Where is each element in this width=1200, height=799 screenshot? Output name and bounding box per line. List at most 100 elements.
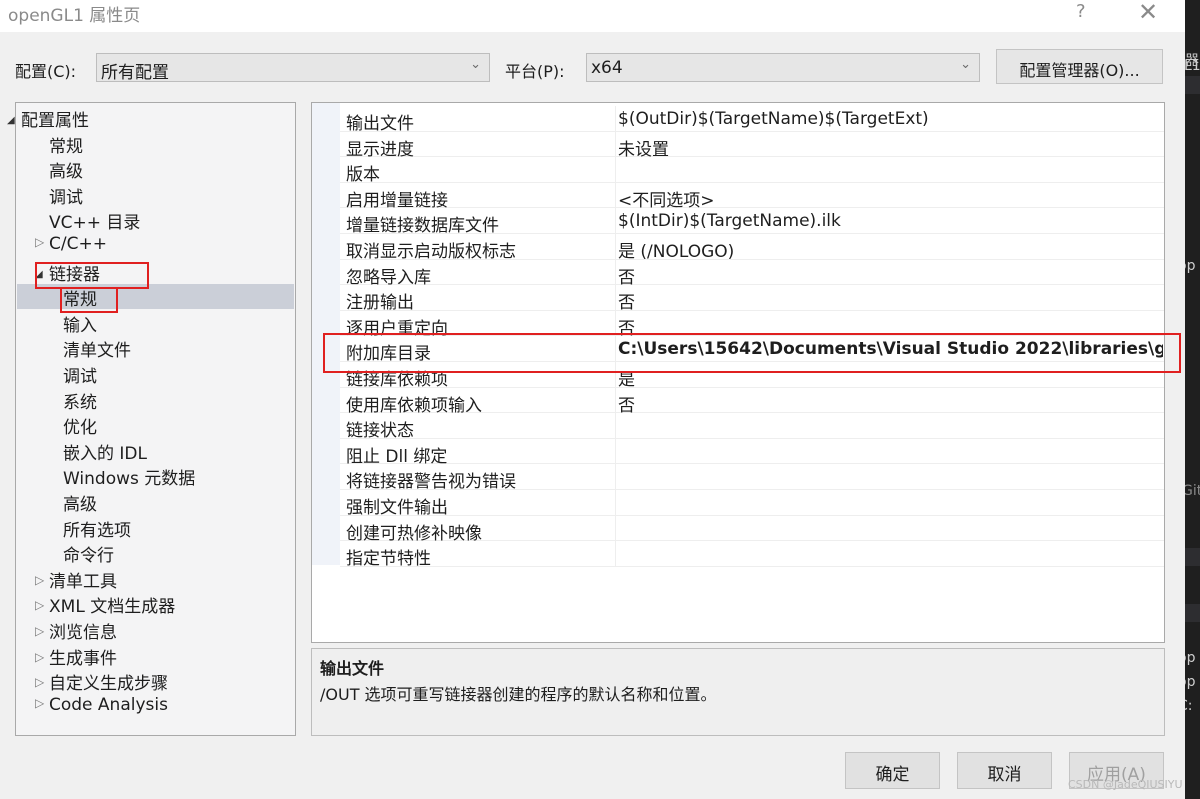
property-name: 附加库目录 <box>346 344 431 365</box>
tree-item[interactable]: ◢ 配置属性 <box>7 106 89 131</box>
column-separator <box>615 106 616 131</box>
property-name: 逐用户重定向 <box>346 318 448 339</box>
collapsed-arrow-icon[interactable]: ▷ <box>35 696 49 710</box>
collapsed-arrow-icon[interactable]: ▷ <box>35 235 49 249</box>
tree-item[interactable]: ▷ 浏览信息 <box>35 618 117 643</box>
property-row[interactable]: 输出文件 $(OutDir)$(TargetName)$(TargetExt) <box>340 106 1164 134</box>
property-name: 取消显示启动版权标志 <box>346 242 516 262</box>
tree-item[interactable]: ▷ 自定义生成步骤 <box>35 669 168 694</box>
property-row[interactable]: 使用库依赖项输入 否 <box>340 387 1164 416</box>
property-value[interactable]: C:\Users\15642\Documents\Visual Studio 2… <box>618 339 1163 359</box>
property-row[interactable]: 将链接器警告视为错误 <box>340 464 1164 492</box>
property-value[interactable]: 否 <box>618 391 1163 416</box>
property-value[interactable]: 是 (/NOLOGO) <box>618 237 1163 262</box>
tree-item[interactable]: 高级 <box>49 157 83 182</box>
column-separator <box>615 310 616 336</box>
tree-item[interactable]: 调试 <box>63 362 97 387</box>
tree-item-label: 浏览信息 <box>49 623 117 643</box>
property-name: 链接状态 <box>346 421 414 442</box>
property-row[interactable]: 启用增量链接 <不同选项> <box>340 182 1164 211</box>
property-row[interactable]: 链接库依赖项 是 <box>340 362 1164 390</box>
property-value[interactable]: 未设置 <box>618 135 1163 160</box>
property-grid[interactable]: 输出文件 $(OutDir)$(TargetName)$(TargetExt) 显示… <box>311 102 1165 643</box>
property-row[interactable]: 取消显示启动版权标志 是 (/NOLOGO) <box>340 234 1164 262</box>
property-row[interactable]: 增量链接数据库文件 $(IntDir)$(TargetName).ilk <box>340 208 1164 236</box>
collapsed-arrow-icon[interactable]: ▷ <box>35 573 49 587</box>
property-value[interactable]: 否 <box>618 263 1163 288</box>
column-separator <box>615 490 616 515</box>
property-row[interactable]: 附加库目录 C:\Users\15642\Documents\Visual Stu… <box>340 336 1164 365</box>
tree-item[interactable]: ▷ 清单工具 <box>35 567 117 592</box>
property-value[interactable]: 是 <box>618 365 1163 390</box>
property-tree[interactable]: ◢ 配置属性 常规 高级 调试 VC++ 目录 ▷ C/C++ ◢ 链接器 常规 输入 清单文件 调试 系统… <box>7 102 296 736</box>
platform-label: 平台(P): <box>505 62 565 81</box>
tree-item[interactable]: 调试 <box>49 183 83 208</box>
expanded-arrow-icon[interactable]: ◢ <box>7 115 21 126</box>
config-select[interactable]: 所有配置 ⌄ <box>96 53 490 83</box>
column-separator <box>615 541 616 566</box>
property-row[interactable]: 创建可热修补映像 <box>340 515 1164 544</box>
platform-select[interactable]: x64 ⌄ <box>586 53 980 82</box>
column-separator <box>615 387 616 413</box>
column-separator <box>615 182 616 208</box>
property-name: 输出文件 <box>346 114 414 134</box>
description-panel: 输出文件 /OUT 选项可重写链接器创建的程序的默认名称和位置。 <box>311 648 1165 736</box>
property-row[interactable]: 强制文件输出 <box>340 490 1164 518</box>
tree-item[interactable]: ▷ Code Analysis <box>35 695 168 720</box>
property-row[interactable]: 指定节特性 <box>340 541 1164 569</box>
tree-item-label: Windows 元数据 <box>63 469 196 490</box>
property-row[interactable]: 版本 <box>340 157 1164 185</box>
property-value[interactable]: $(OutDir)$(TargetName)$(TargetExt) <box>618 109 1163 129</box>
help-icon[interactable]: ? <box>1076 1 1086 22</box>
tree-item[interactable]: ▷ C/C++ <box>35 234 107 259</box>
property-row[interactable]: 忽略导入库 否 <box>340 259 1164 288</box>
tree-item[interactable]: 嵌入的 IDL <box>63 439 147 464</box>
tree-item-label: 自定义生成步骤 <box>49 674 168 695</box>
property-row[interactable]: 注册输出 否 <box>340 285 1164 313</box>
ok-button[interactable]: 确定 <box>845 752 940 789</box>
close-icon[interactable]: ✕ <box>1138 0 1158 26</box>
tree-item[interactable]: 清单文件 <box>63 336 131 361</box>
column-separator <box>615 131 616 157</box>
tree-item-label: 输入 <box>63 315 97 336</box>
property-row[interactable]: 链接状态 <box>340 413 1164 442</box>
tree-item[interactable]: 输入 <box>63 311 97 336</box>
property-value[interactable]: $(IntDir)$(TargetName).ilk <box>618 211 1163 231</box>
tree-item-label: 常规 <box>49 136 83 157</box>
tree-item-label: 所有选项 <box>63 520 131 541</box>
background-band <box>1185 604 1200 622</box>
tree-item[interactable]: 常规 <box>63 285 97 310</box>
property-row[interactable]: 逐用户重定向 否 <box>340 310 1164 339</box>
config-manager-button[interactable]: 配置管理器(O)... <box>996 49 1163 84</box>
expanded-arrow-icon[interactable]: ◢ <box>35 269 49 280</box>
tree-item[interactable]: 高级 <box>63 490 97 515</box>
tree-item[interactable]: 常规 <box>49 132 83 157</box>
tree-item[interactable]: 命令行 <box>63 541 114 566</box>
tree-item[interactable]: ▷ 生成事件 <box>35 644 117 669</box>
collapsed-arrow-icon[interactable]: ▷ <box>35 650 49 664</box>
property-value[interactable]: <不同选项> <box>618 186 1163 211</box>
tree-item[interactable]: 优化 <box>63 413 97 438</box>
collapsed-arrow-icon[interactable]: ▷ <box>35 675 49 689</box>
collapsed-arrow-icon[interactable]: ▷ <box>35 624 49 638</box>
column-separator <box>615 259 616 285</box>
property-value[interactable]: 否 <box>618 314 1163 339</box>
cancel-button[interactable]: 取消 <box>957 752 1052 789</box>
property-row[interactable]: 阻止 Dll 绑定 <box>340 438 1164 467</box>
tree-item[interactable]: ▷ XML 文档生成器 <box>35 592 175 617</box>
config-select-value: 所有配置 <box>101 63 169 83</box>
property-value[interactable]: 否 <box>618 288 1163 313</box>
tree-item[interactable]: Windows 元数据 <box>63 464 195 489</box>
tree-item[interactable]: 系统 <box>63 388 97 413</box>
collapsed-arrow-icon[interactable]: ▷ <box>35 598 49 612</box>
tree-item-label: 命令行 <box>63 546 114 567</box>
property-row[interactable]: 显示进度 未设置 <box>340 131 1164 160</box>
tree-item[interactable]: ◢ 链接器 <box>35 260 100 285</box>
tree-item[interactable]: VC++ 目录 <box>49 208 140 233</box>
tree-item[interactable]: 所有选项 <box>63 516 131 541</box>
property-name: 忽略导入库 <box>346 267 431 288</box>
window-title: openGL1 属性页 <box>8 6 141 26</box>
background-text: op <box>1185 258 1196 274</box>
tree-item-label: 优化 <box>63 418 97 439</box>
background-text: L1 <box>1185 58 1200 74</box>
